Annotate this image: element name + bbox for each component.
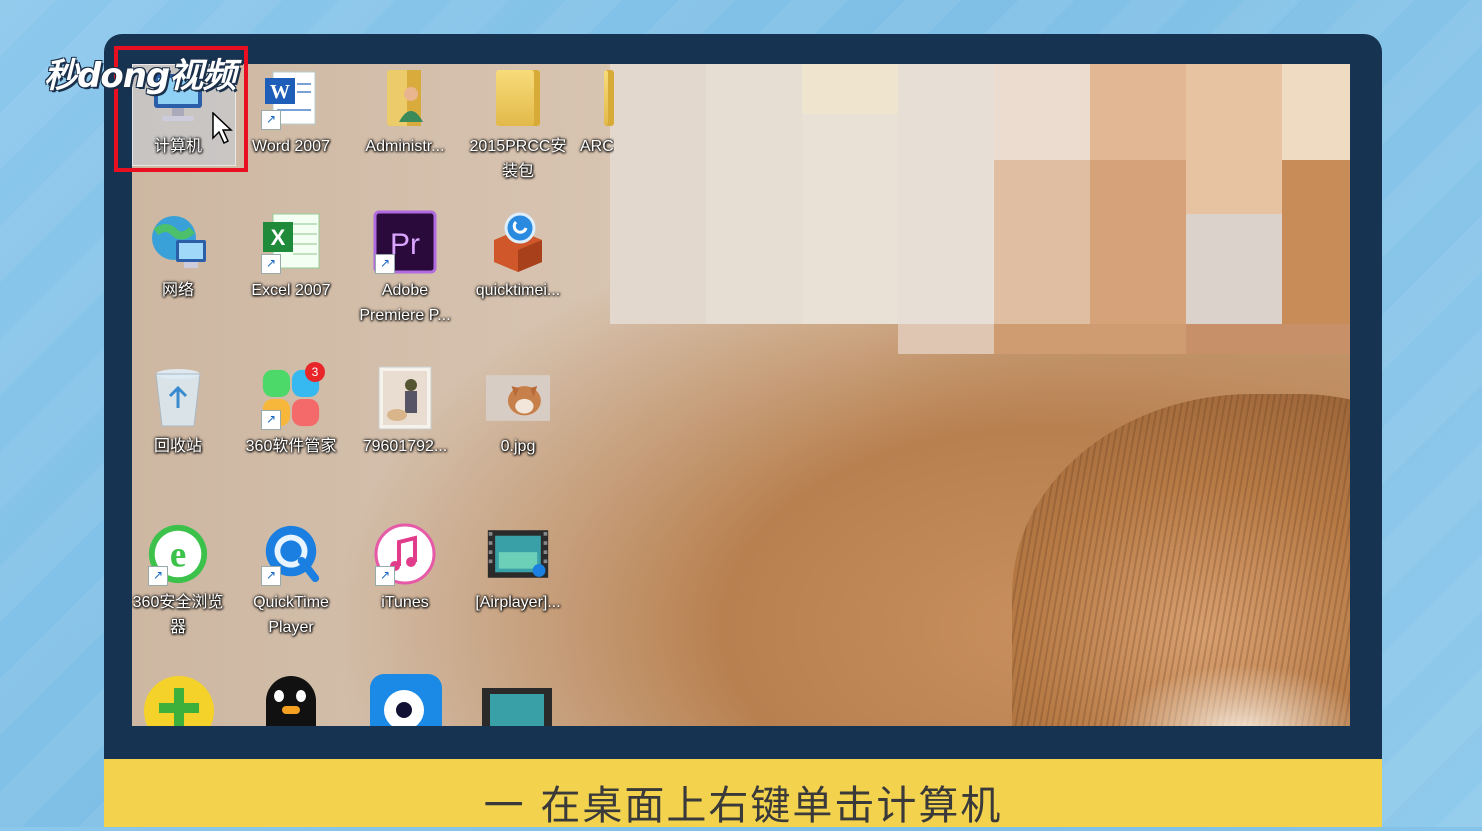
desktop-icon-itunes[interactable]: ↗ iTunes bbox=[349, 522, 461, 615]
watermark-logo: 秒dong视频 bbox=[44, 48, 236, 97]
shortcut-arrow-icon: ↗ bbox=[261, 110, 281, 130]
shortcut-arrow-icon: ↗ bbox=[375, 254, 395, 274]
folder-icon bbox=[574, 66, 614, 130]
icon-label: 回收站 bbox=[153, 438, 202, 455]
desktop-icon-quicktime-installer[interactable]: quicktimei... bbox=[462, 210, 574, 303]
360-software-icon: 3 ↗ bbox=[259, 362, 325, 430]
recycle-bin-icon bbox=[146, 366, 210, 430]
excel-icon: X ↗ bbox=[259, 210, 323, 274]
folder-icon bbox=[486, 66, 550, 130]
icon-label: Word 2007 bbox=[252, 138, 330, 155]
icon-label: QuickTime Player bbox=[253, 594, 329, 636]
desktop-icon-2015prcc[interactable]: 2015PRCC安 装包 bbox=[462, 66, 574, 184]
svg-text:e: e bbox=[170, 534, 186, 575]
icon-label: 网络 bbox=[161, 282, 194, 299]
icon-label: 79601792... bbox=[362, 438, 448, 455]
icon-label: ARC bbox=[580, 138, 614, 155]
subtitle-text: 一 在桌面上右键单击计算机 bbox=[483, 783, 1003, 829]
video-icon[interactable] bbox=[482, 688, 552, 726]
desktop-icon-360-browser[interactable]: e ↗ 360安全浏览 器 bbox=[122, 522, 234, 640]
itunes-icon: ↗ bbox=[373, 522, 437, 586]
notification-badge: 3 bbox=[305, 362, 325, 382]
desktop-icon-word-2007[interactable]: W ↗ Word 2007 bbox=[235, 66, 347, 159]
icon-label: [Airplayer]... bbox=[475, 594, 561, 611]
svg-text:X: X bbox=[271, 225, 286, 250]
premiere-icon: Pr ↗ bbox=[373, 210, 437, 274]
desktop-icon-quicktime-player[interactable]: ↗ QuickTime Player bbox=[235, 522, 347, 640]
desktop-icon-network[interactable]: 网络 bbox=[122, 210, 234, 303]
icon-label: 0.jpg bbox=[500, 438, 536, 455]
icon-label: iTunes bbox=[381, 594, 429, 611]
word-icon: W ↗ bbox=[259, 66, 323, 130]
image-thumbnail-icon bbox=[486, 366, 550, 430]
desktop-icon-administrator[interactable]: Administr... bbox=[349, 66, 461, 159]
desktop-icon-0-jpg[interactable]: 0.jpg bbox=[462, 366, 574, 459]
icon-label: quicktimei... bbox=[475, 282, 561, 299]
desktop-icon-arc[interactable]: ARC bbox=[574, 66, 614, 159]
desktop-icon-79601792[interactable]: 79601792... bbox=[349, 366, 461, 459]
watermark-logo-text: 秒dong视频 bbox=[44, 56, 236, 96]
installer-icon bbox=[486, 210, 550, 274]
icon-label: 360安全浏览 器 bbox=[132, 594, 224, 636]
video-icon bbox=[486, 522, 550, 586]
desktop-icon-excel-2007[interactable]: X ↗ Excel 2007 bbox=[235, 210, 347, 303]
shortcut-arrow-icon: ↗ bbox=[261, 254, 281, 274]
desktop-icon-recycle-bin[interactable]: 回收站 bbox=[122, 366, 234, 459]
shortcut-arrow-icon: ↗ bbox=[261, 566, 281, 586]
icon-label: Adobe Premiere P... bbox=[359, 282, 451, 324]
icon-label: 2015PRCC安 装包 bbox=[469, 138, 567, 180]
image-thumbnail-icon bbox=[373, 366, 437, 430]
camera-app-icon[interactable] bbox=[370, 674, 442, 726]
qq-penguin-icon[interactable] bbox=[262, 676, 320, 726]
icon-label: Excel 2007 bbox=[251, 282, 331, 299]
subtitle-bar: 一 在桌面上右键单击计算机 bbox=[104, 759, 1382, 829]
mouse-cursor-icon bbox=[212, 112, 233, 145]
quicktime-icon: ↗ bbox=[259, 522, 323, 586]
icon-label: 360软件管家 bbox=[245, 438, 337, 455]
network-icon bbox=[146, 210, 210, 274]
svg-text:W: W bbox=[270, 81, 290, 103]
desktop-icon-airplayer[interactable]: [Airplayer]... bbox=[462, 522, 574, 615]
desktop-icon-adobe-premiere[interactable]: Pr ↗ Adobe Premiere P... bbox=[349, 210, 461, 328]
partial-icon-row bbox=[132, 660, 612, 726]
360-browser-icon: e ↗ bbox=[146, 522, 210, 586]
shortcut-arrow-icon: ↗ bbox=[375, 566, 395, 586]
user-folder-icon bbox=[373, 66, 437, 130]
360-guard-icon[interactable] bbox=[144, 676, 214, 726]
icon-label: Administr... bbox=[365, 138, 445, 155]
desktop-icon-360-software[interactable]: 3 ↗ 360软件管家 bbox=[235, 362, 347, 459]
shortcut-arrow-icon: ↗ bbox=[261, 410, 281, 430]
shortcut-arrow-icon: ↗ bbox=[148, 566, 168, 586]
